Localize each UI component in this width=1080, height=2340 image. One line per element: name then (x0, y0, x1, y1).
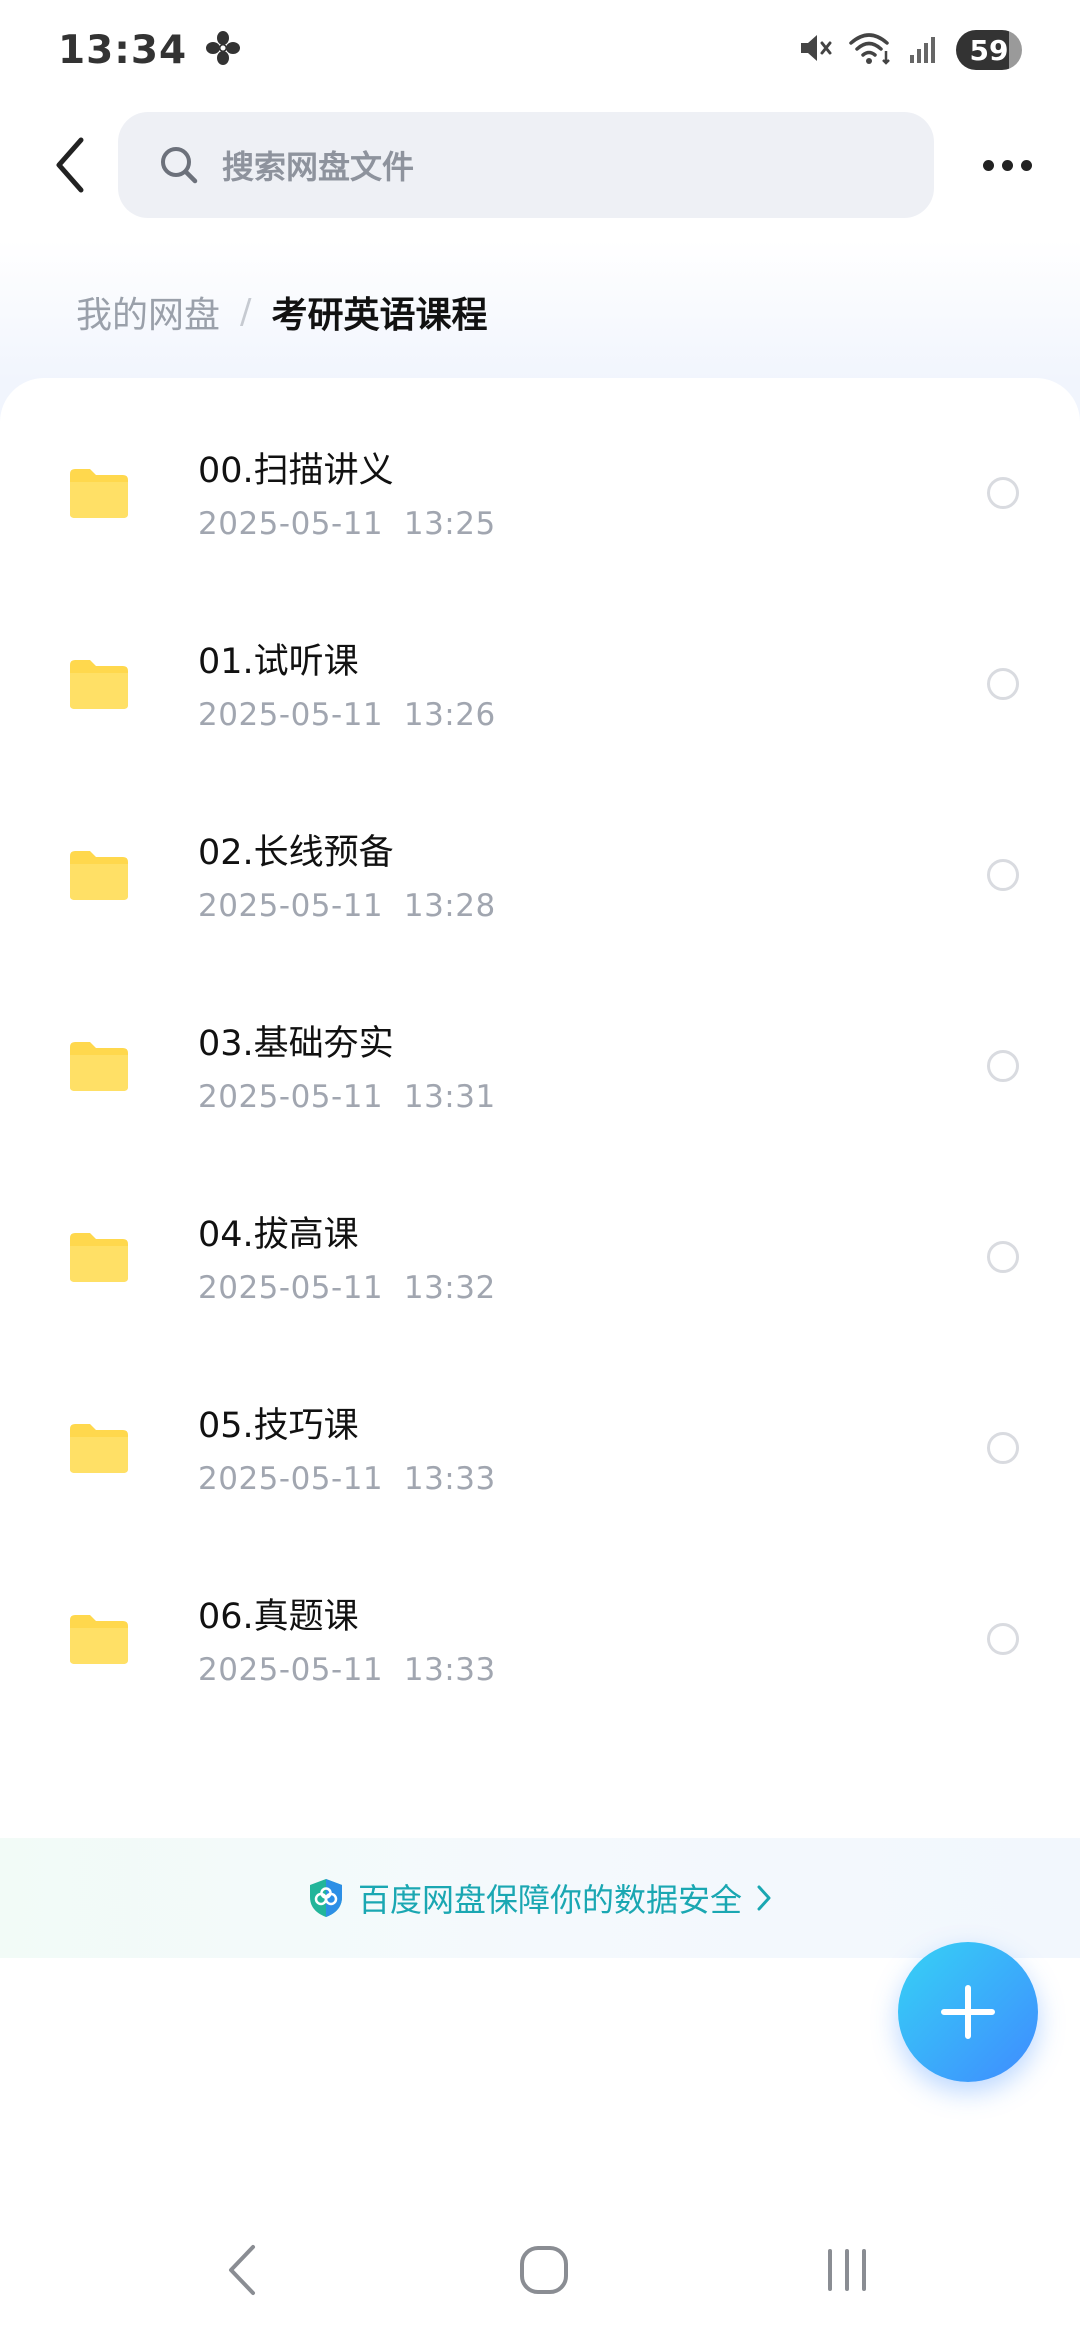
select-checkbox[interactable] (987, 668, 1019, 700)
file-name: 06.真题课 (198, 1597, 359, 1637)
nav-home-button[interactable] (509, 2240, 579, 2300)
file-row[interactable]: 01.试听课 2025-05-11 13:26 (0, 569, 1080, 760)
search-placeholder: 搜索网盘文件 (222, 148, 415, 186)
more-dot-icon (1020, 159, 1032, 171)
add-button[interactable] (898, 1942, 1038, 2082)
status-bar: 13:34 59 (0, 0, 1080, 100)
more-options-button[interactable] (972, 135, 1042, 195)
back-button[interactable] (36, 130, 106, 200)
wifi-icon (848, 29, 894, 71)
more-dot-icon (1001, 159, 1013, 171)
file-date: 2025-05-11 13:33 (198, 1652, 496, 1688)
select-checkbox[interactable] (987, 1050, 1019, 1082)
breadcrumb-separator: / (240, 292, 252, 332)
nav-recents-icon (828, 2249, 866, 2291)
security-text: 百度网盘保障你的数据安全 (357, 1881, 742, 1919)
select-checkbox[interactable] (987, 1432, 1019, 1464)
select-checkbox[interactable] (987, 1241, 1019, 1273)
select-checkbox[interactable] (987, 477, 1019, 509)
folder-icon (70, 1615, 128, 1664)
file-date: 2025-05-11 13:28 (198, 888, 496, 924)
chevron-right-icon (757, 1885, 771, 1911)
status-left: 13:34 (58, 28, 241, 73)
shield-icon (309, 1879, 342, 1917)
breadcrumb-root[interactable]: 我的网盘 (76, 286, 220, 338)
file-name: 03.基础夯实 (198, 1024, 394, 1064)
file-name: 02.长线预备 (198, 833, 394, 873)
signal-icon (908, 31, 942, 69)
file-date: 2025-05-11 13:26 (198, 697, 496, 733)
nav-back-button[interactable] (208, 2240, 278, 2300)
folder-icon (70, 1042, 128, 1091)
file-row[interactable]: 03.基础夯实 2025-05-11 13:31 (0, 951, 1080, 1142)
battery-indicator: 59 (956, 30, 1022, 70)
mute-icon (796, 29, 834, 71)
file-row[interactable]: 04.拔高课 2025-05-11 13:32 (0, 1142, 1080, 1333)
file-name: 05.技巧课 (198, 1406, 359, 1446)
file-row[interactable]: 02.长线预备 2025-05-11 13:28 (0, 760, 1080, 951)
nav-recents-button[interactable] (812, 2240, 882, 2300)
file-date: 2025-05-11 13:25 (198, 506, 496, 542)
folder-icon (70, 1233, 128, 1282)
more-dot-icon (982, 159, 994, 171)
folder-icon (70, 660, 128, 709)
status-time: 13:34 (58, 27, 188, 73)
file-row[interactable]: 06.真题课 2025-05-11 13:33 (0, 1524, 1080, 1715)
breadcrumb: 我的网盘 / 考研英语课程 (76, 282, 488, 342)
search-icon (161, 147, 198, 184)
system-nav-bar (0, 2220, 1080, 2320)
file-name: 04.拔高课 (198, 1215, 359, 1255)
fan-icon (205, 30, 241, 70)
nav-home-icon (520, 2246, 568, 2294)
security-banner[interactable]: 百度网盘保障你的数据安全 (0, 1838, 1080, 1958)
file-date: 2025-05-11 13:33 (198, 1461, 496, 1497)
folder-icon (70, 469, 128, 518)
file-row[interactable]: 00.扫描讲义 2025-05-11 13:25 (0, 378, 1080, 569)
breadcrumb-current: 考研英语课程 (271, 295, 488, 336)
file-name: 00.扫描讲义 (198, 451, 394, 491)
status-right: 59 (796, 29, 1022, 71)
screen: 13:34 59 搜索网盘文件 我的网盘 / 考研英语课程 00.扫描讲义 20… (0, 0, 1080, 2340)
nav-back-icon (229, 2245, 255, 2295)
select-checkbox[interactable] (987, 859, 1019, 891)
folder-icon (70, 1424, 128, 1473)
top-bar: 搜索网盘文件 (0, 110, 1080, 220)
file-name: 01.试听课 (198, 642, 359, 682)
file-date: 2025-05-11 13:32 (198, 1270, 496, 1306)
select-checkbox[interactable] (987, 1623, 1019, 1655)
search-input[interactable]: 搜索网盘文件 (118, 112, 934, 218)
plus-icon (941, 1985, 995, 2039)
file-date: 2025-05-11 13:31 (198, 1079, 496, 1115)
file-row[interactable]: 05.技巧课 2025-05-11 13:33 (0, 1333, 1080, 1524)
folder-icon (70, 851, 128, 900)
chevron-left-icon (56, 137, 84, 193)
